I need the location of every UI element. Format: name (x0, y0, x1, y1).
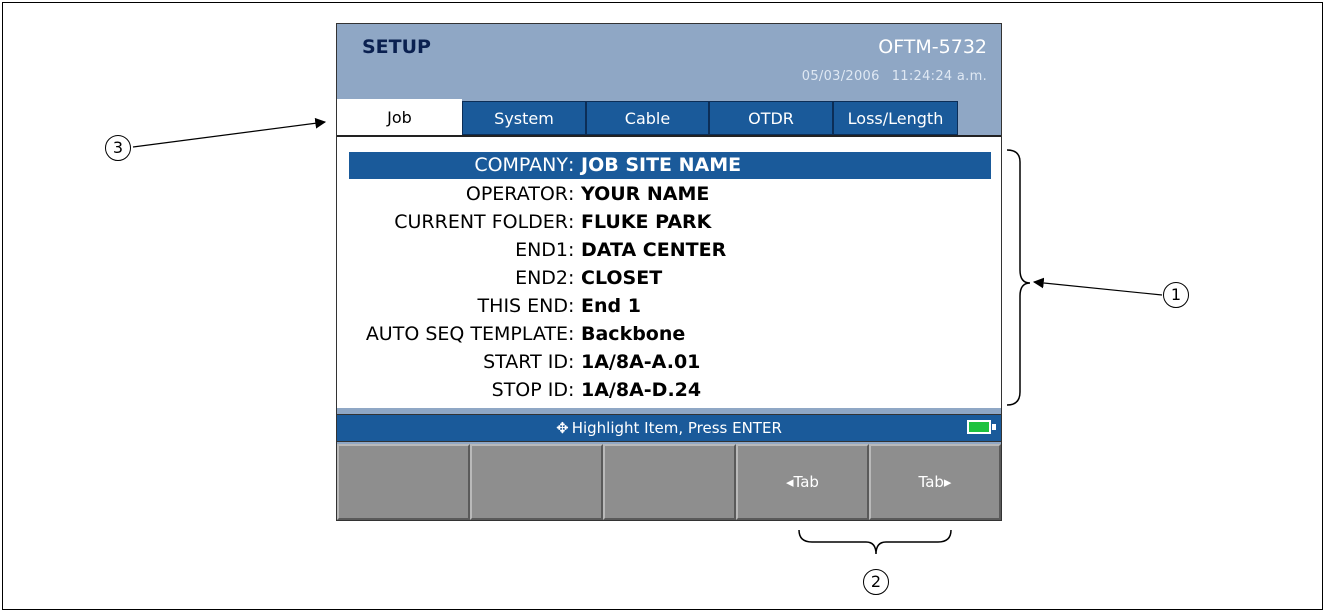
callout-3-arrow (132, 117, 327, 148)
callout-2: 2 (863, 569, 889, 595)
callout-1-arrow (1032, 277, 1163, 296)
callout-3: 3 (105, 135, 131, 161)
callout-2-brace (798, 529, 952, 555)
callout-overlay (132, 117, 1163, 555)
callout-1-brace (1006, 149, 1031, 406)
callout-1: 1 (1163, 282, 1189, 308)
